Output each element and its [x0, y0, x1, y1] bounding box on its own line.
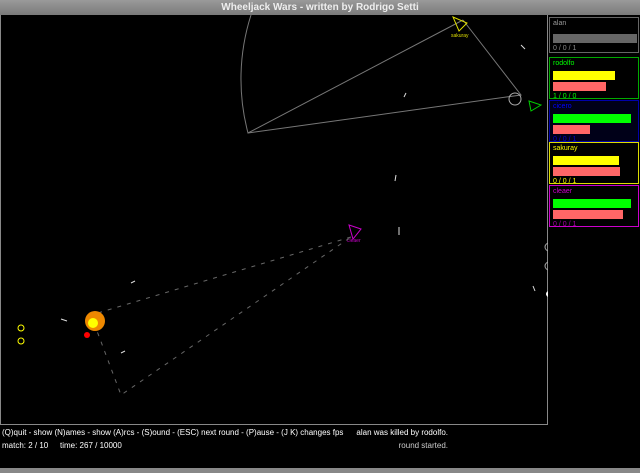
blue-tank [17, 324, 25, 332]
red-tank [84, 332, 90, 338]
green-tank-wheel [508, 92, 522, 106]
player-health-bar-empty [553, 34, 637, 43]
time-counter: time: 267 / 10000 [60, 441, 122, 450]
window-title: Wheeljack Wars - written by Rodrigo Sett… [0, 0, 640, 15]
player-energy-bar [553, 167, 621, 176]
player-name: cicero [553, 103, 572, 110]
player-panel-cleaer: cleaer 0 / 0 / 1 [549, 185, 639, 228]
player-energy-bar [553, 82, 607, 91]
player-panel-alan: alan 0 / 0 / 1 [549, 17, 639, 53]
player-name: sakuray [553, 145, 578, 152]
yellow-tank-label: sakuray [451, 33, 469, 39]
player-name: rodolfo [553, 60, 575, 67]
player-score: 0 / 0 / 1 [553, 178, 577, 185]
green-tank [528, 100, 543, 112]
player-energy-bar [553, 125, 590, 134]
player-health-bar [553, 71, 615, 80]
arena-canvas: sakuray cleaer [17, 15, 549, 396]
player-score: 1 / 0 / 0 [553, 93, 577, 100]
event-message: round started. [398, 441, 448, 450]
match-counter: match: 2 / 10 [2, 441, 49, 450]
vision-arc-magenta [90, 236, 352, 396]
explosion-core [88, 318, 98, 328]
player-score: 0 / 0 / 1 [553, 45, 577, 52]
keyboard-help: (Q)quit - show (N)ames - show (A)rcs - (… [2, 428, 344, 437]
blue-tank-2 [17, 337, 25, 345]
player-energy-bar [553, 210, 623, 219]
player-panel-cicero: cicero 0 / 0 / 1 [549, 100, 639, 143]
status-bar: (Q)quit - show (N)ames - show (A)rcs - (… [0, 425, 640, 468]
projectiles [60, 44, 536, 354]
vision-arc-yellow [240, 15, 464, 134]
player-name: alan [553, 20, 567, 27]
player-health-bar [553, 114, 631, 123]
player-score: 0 / 0 / 1 [553, 221, 577, 228]
event-message: alan was killed by rodolfo. [356, 428, 448, 437]
window-bottom-border [0, 468, 640, 473]
game-arena: sakuray cleaer [0, 15, 549, 425]
player-panel-rodolfo: rodolfo 1 / 0 / 0 [549, 57, 639, 100]
player-health-bar [553, 156, 619, 165]
scoreboard: alan 0 / 0 / 1 rodolfo 1 / 0 / 0 cicero … [548, 15, 640, 425]
vision-arc-yellow-edge [247, 19, 522, 134]
player-health-bar [553, 199, 631, 208]
player-name: cleaer [553, 188, 573, 195]
player-panel-sakuray: sakuray 0 / 0 / 1 [549, 142, 639, 185]
